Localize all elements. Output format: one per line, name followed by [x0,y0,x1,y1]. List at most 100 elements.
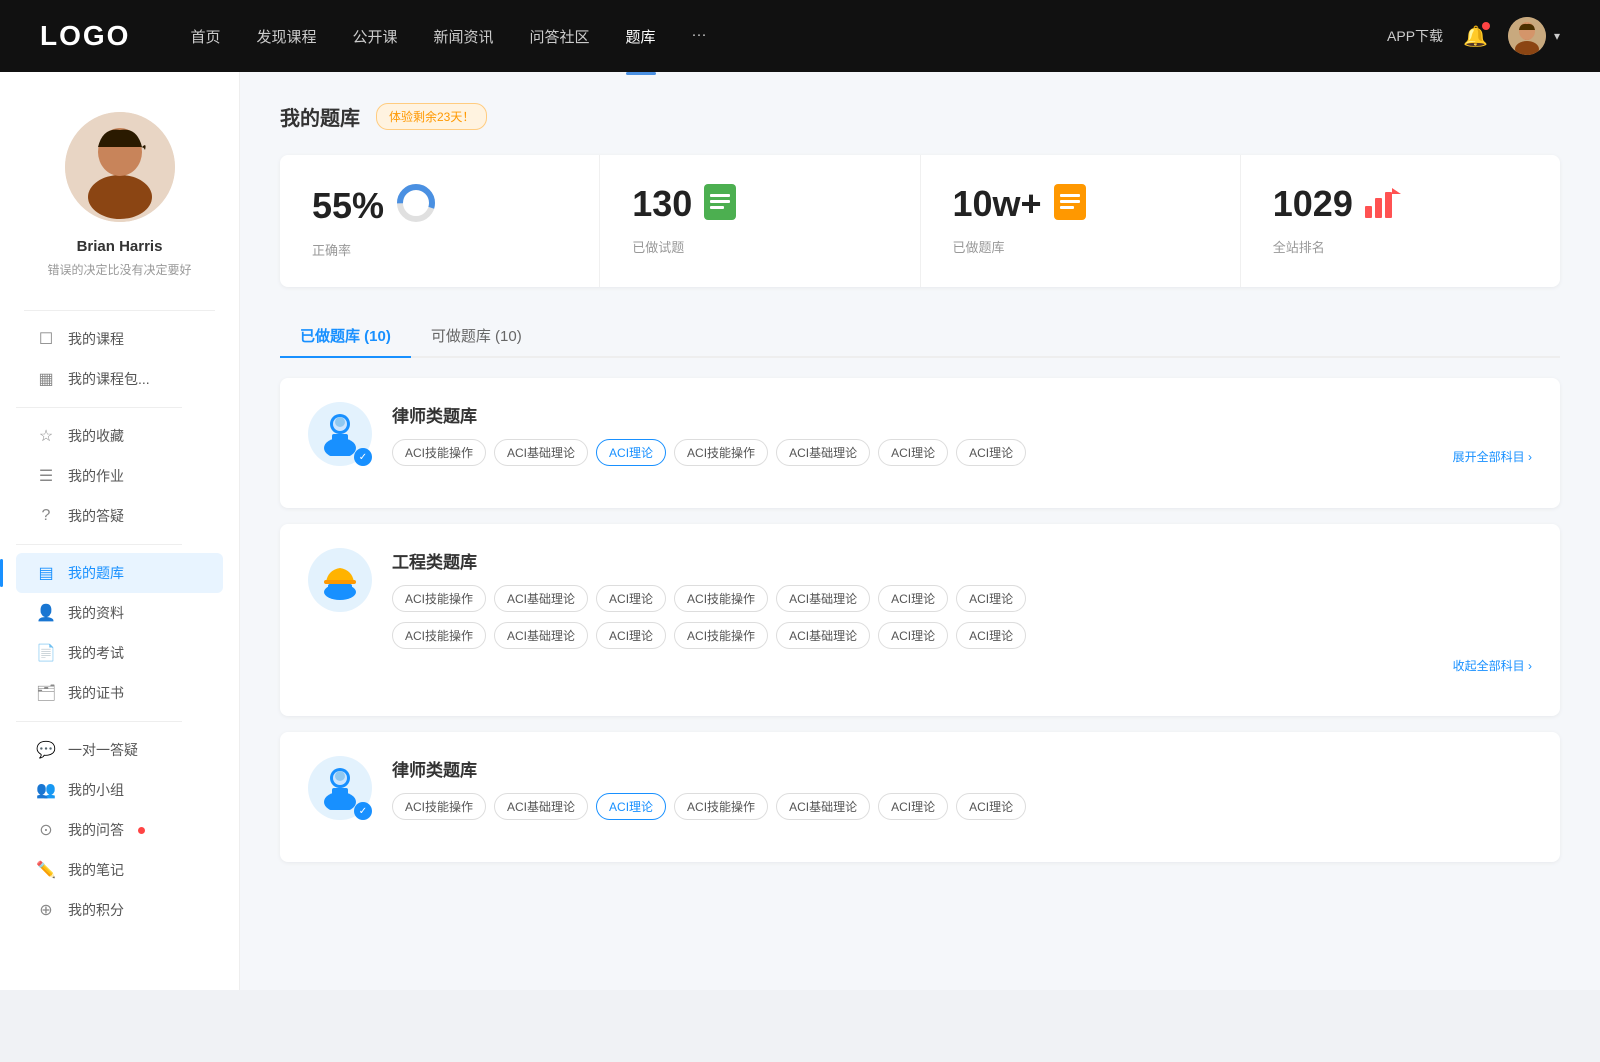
courses-icon: ☐ [36,329,56,349]
tag[interactable]: ACI理论 [878,439,948,466]
sidebar-item-points[interactable]: ⊕ 我的积分 [16,890,223,930]
sidebar-item-notes[interactable]: ✏️ 我的笔记 [16,850,223,890]
tag[interactable]: ACI基础理论 [494,793,588,820]
sidebar-item-course-pkg[interactable]: ▦ 我的课程包... [16,359,223,399]
tag-active-3[interactable]: ACI理论 [596,793,666,820]
cert-icon: 🗂 [36,683,56,703]
course-pkg-icon: ▦ [36,369,56,389]
lawyer-avatar-2: ✓ [308,756,372,820]
stat-accuracy-label: 正确率 [312,240,567,259]
tag[interactable]: ACI技能操作 [392,622,486,649]
profile-icon: 👤 [36,603,56,623]
tab-done-banks[interactable]: 已做题库 (10) [280,315,411,358]
topnav-right: APP下载 🔔 ▾ [1387,17,1560,55]
tag[interactable]: ACI技能操作 [674,622,768,649]
doc-orange-icon [1054,184,1086,225]
tag[interactable]: ACI理论 [596,622,666,649]
stats-row: 55% 正确率 130 [280,155,1560,287]
qbank-card-lawyer-2: ✓ 律师类题库 ACI技能操作 ACI基础理论 ACI理论 ACI技能操作 AC… [280,732,1560,862]
sidebar-label: 我的课程 [68,329,124,349]
sidebar-label: 我的题库 [68,563,124,583]
tag[interactable]: ACI基础理论 [494,439,588,466]
stat-accuracy-value: 55% [312,185,384,227]
nav-discover[interactable]: 发现课程 [256,22,316,51]
nav-qa[interactable]: 问答社区 [530,22,590,51]
nav-qbank[interactable]: 题库 [626,22,656,51]
sidebar-label: 我的课程包... [68,369,150,389]
tag[interactable]: ACI理论 [878,793,948,820]
nav-opencourse[interactable]: 公开课 [352,22,397,51]
nav-news[interactable]: 新闻资讯 [434,22,494,51]
sidebar-label: 一对一答疑 [68,740,138,760]
collapse-link-2[interactable]: 收起全部科目 › [392,657,1532,674]
stat-done-b-value: 10w+ [953,183,1042,225]
sidebar-item-courses[interactable]: ☐ 我的课程 [16,319,223,359]
app-download[interactable]: APP下载 [1387,26,1443,46]
tag[interactable]: ACI基础理论 [776,439,870,466]
sidebar-item-homework[interactable]: ☰ 我的作业 [16,456,223,496]
sidebar-item-favorites[interactable]: ☆ 我的收藏 [16,416,223,456]
tag[interactable]: ACI基础理论 [776,622,870,649]
tag[interactable]: ACI理论 [596,585,666,612]
profile-name: Brian Harris [77,238,163,255]
tag[interactable]: ACI基础理论 [776,793,870,820]
stat-top: 55% [312,183,567,228]
sidebar-item-qa[interactable]: ? 我的答疑 [16,496,223,536]
sidebar-item-qbank[interactable]: ▤ 我的题库 [16,553,223,593]
tag[interactable]: ACI理论 [956,585,1026,612]
sidebar-divider-3 [16,544,182,545]
tag[interactable]: ACI技能操作 [392,585,486,612]
sidebar-item-profile[interactable]: 👤 我的资料 [16,593,223,633]
nav-home[interactable]: 首页 [190,22,220,51]
tag[interactable]: ACI理论 [956,622,1026,649]
notification-bell[interactable]: 🔔 [1463,24,1488,49]
tags-row-2b: ACI技能操作 ACI基础理论 ACI理论 ACI技能操作 ACI基础理论 AC… [392,622,1532,649]
sidebar-item-group[interactable]: 👥 我的小组 [16,770,223,810]
stat-rank-value: 1029 [1273,183,1353,225]
lawyer-avatar-1: ✓ [308,402,372,466]
homework-icon: ☰ [36,466,56,486]
doc-green-icon [704,184,736,225]
tag[interactable]: ACI理论 [878,585,948,612]
myqa-icon: ⊙ [36,820,56,840]
sidebar-divider-2 [16,407,182,408]
tag[interactable]: ACI理论 [878,622,948,649]
tag[interactable]: ACI技能操作 [392,793,486,820]
tag[interactable]: ACI基础理论 [494,585,588,612]
tag[interactable]: ACI基础理论 [776,585,870,612]
sidebar-divider-4 [16,721,182,722]
tab-available-banks[interactable]: 可做题库 (10) [411,315,542,358]
tag-active[interactable]: ACI理论 [596,439,666,466]
stat-done-banks: 10w+ 已做题库 [921,155,1241,287]
sidebar-item-cert[interactable]: 🗂 我的证书 [16,673,223,713]
user-avatar-menu[interactable]: ▾ [1508,17,1560,55]
tag[interactable]: ACI理论 [956,793,1026,820]
sidebar-item-exam[interactable]: 📄 我的考试 [16,633,223,673]
sidebar-item-myqa[interactable]: ⊙ 我的问答 [16,810,223,850]
profile-avatar [65,112,175,222]
sidebar-label: 我的小组 [68,780,124,800]
tag[interactable]: ACI技能操作 [392,439,486,466]
expand-link-1[interactable]: 展开全部科目 › [1453,448,1532,465]
notification-dot [1482,22,1490,30]
tag[interactable]: ACI基础理论 [494,622,588,649]
favorites-icon: ☆ [36,426,56,446]
nav-more[interactable]: ··· [692,22,707,51]
sidebar-label: 我的问答 [68,820,124,840]
sidebar-label: 我的收藏 [68,426,124,446]
sidebar-divider-1 [24,310,215,311]
tag[interactable]: ACI理论 [956,439,1026,466]
tag[interactable]: ACI技能操作 [674,585,768,612]
stat-done-q-label: 已做试题 [632,237,887,256]
tag[interactable]: ACI技能操作 [674,793,768,820]
sidebar-label: 我的笔记 [68,860,124,880]
engineer-avatar [308,548,372,612]
sidebar-label: 我的答疑 [68,506,124,526]
stat-done-q-value: 130 [632,183,692,225]
stat-top: 130 [632,183,887,225]
sidebar-item-1on1[interactable]: 💬 一对一答疑 [16,730,223,770]
sidebar-label: 我的作业 [68,466,124,486]
tags-row-1: ACI技能操作 ACI基础理论 ACI理论 ACI技能操作 ACI基础理论 AC… [392,439,1532,466]
tag[interactable]: ACI技能操作 [674,439,768,466]
sidebar-menu: ☐ 我的课程 ▦ 我的课程包... ☆ 我的收藏 ☰ 我的作业 ? 我的答疑 [0,319,239,930]
